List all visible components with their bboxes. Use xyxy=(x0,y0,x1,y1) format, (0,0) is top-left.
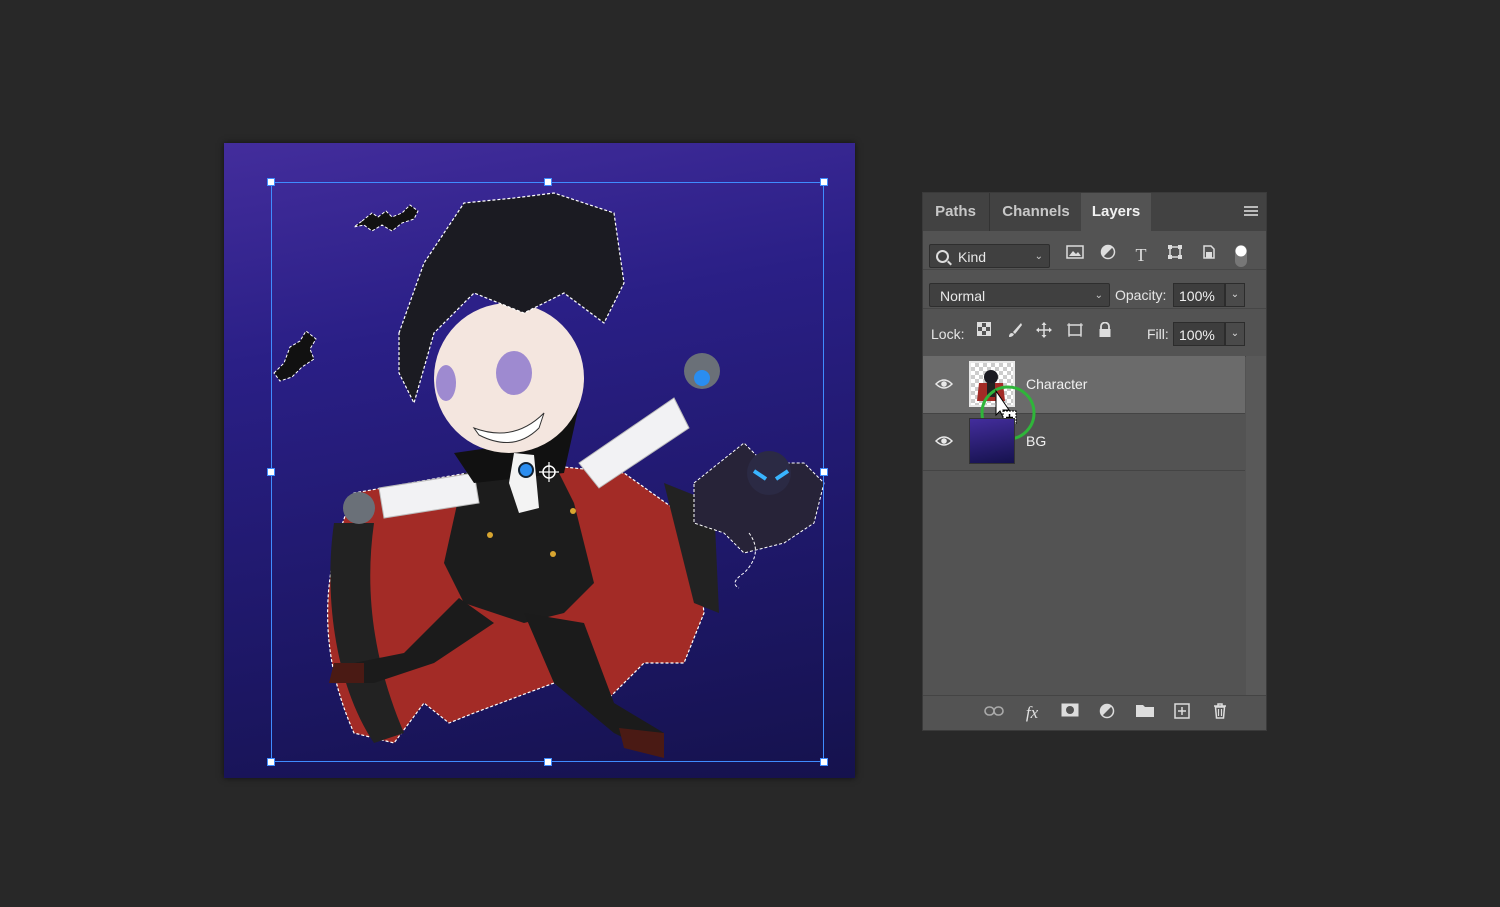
panel-tabs: Paths Channels Layers xyxy=(923,193,1266,231)
lock-transparent-pixels-icon[interactable] xyxy=(974,322,994,342)
layer-thumbnail-bg xyxy=(969,418,1015,464)
opacity-chevron-icon[interactable]: ⌄ xyxy=(1225,283,1245,307)
layer-name-bg: BG xyxy=(1026,433,1047,449)
filter-kind-label: Kind xyxy=(958,249,987,265)
lock-label: Lock: xyxy=(931,326,965,342)
transform-handle-top-right[interactable] xyxy=(820,178,828,186)
transform-handle-top-left[interactable] xyxy=(267,178,275,186)
opacity-input[interactable]: 100% xyxy=(1173,283,1225,307)
fill-label: Fill: xyxy=(1147,326,1169,342)
layers-panel: Paths Channels Layers Kind ⌄ T Normal ⌄ … xyxy=(922,192,1267,731)
fill-input[interactable]: 100% xyxy=(1173,322,1225,346)
panel-bottom-bar: fx xyxy=(923,695,1266,730)
transform-handle-bottom-center[interactable] xyxy=(544,758,552,766)
panel-menu-icon[interactable] xyxy=(1244,206,1258,218)
filter-row: Kind ⌄ T xyxy=(923,231,1266,270)
lock-all-icon[interactable] xyxy=(1095,321,1115,342)
transform-handle-middle-right[interactable] xyxy=(820,468,828,476)
image-filter-icon[interactable] xyxy=(1064,244,1086,266)
adjustment-filter-icon[interactable] xyxy=(1097,244,1119,266)
link-layers-icon[interactable] xyxy=(983,703,1005,723)
tab-paths[interactable]: Paths xyxy=(923,193,988,231)
transform-handle-middle-left[interactable] xyxy=(267,468,275,476)
blend-row: Normal ⌄ Opacity: 100% ⌄ xyxy=(923,270,1266,309)
eye-icon[interactable] xyxy=(934,377,954,391)
eye-icon[interactable] xyxy=(934,434,954,448)
lock-artboard-icon[interactable] xyxy=(1065,322,1085,342)
fx-icon[interactable]: fx xyxy=(1021,703,1043,723)
fill-chevron-icon[interactable]: ⌄ xyxy=(1225,322,1245,346)
chevron-down-icon: ⌄ xyxy=(1034,251,1043,262)
artwork xyxy=(273,192,825,758)
lock-row: Lock: Fill: 100% ⌄ xyxy=(923,309,1266,357)
filter-toggle-icon[interactable] xyxy=(1230,244,1252,267)
layer-row-character[interactable]: Character xyxy=(923,356,1245,441)
blend-mode-value: Normal xyxy=(940,288,986,304)
transform-handle-top-center[interactable] xyxy=(544,178,552,186)
tab-layers[interactable]: Layers xyxy=(1081,193,1151,231)
layer-list-scrollbar[interactable] xyxy=(1246,356,1266,696)
add-mask-icon[interactable] xyxy=(1059,703,1081,723)
layer-list: Character BG xyxy=(923,356,1245,696)
bat-1 xyxy=(353,204,419,232)
search-icon xyxy=(936,250,949,263)
bat-2 xyxy=(273,330,317,382)
new-group-icon[interactable] xyxy=(1134,703,1156,723)
lock-position-icon[interactable] xyxy=(1034,322,1054,342)
type-filter-icon[interactable]: T xyxy=(1130,244,1152,266)
chevron-down-icon: ⌄ xyxy=(1094,290,1103,301)
smart-object-filter-icon[interactable] xyxy=(1198,244,1220,266)
transform-handle-bottom-right[interactable] xyxy=(820,758,828,766)
shape-filter-icon[interactable] xyxy=(1164,244,1186,266)
tab-channels[interactable]: Channels xyxy=(989,193,1083,231)
layer-row-bg[interactable]: BG xyxy=(923,413,1245,471)
blend-mode-dropdown[interactable]: Normal ⌄ xyxy=(929,283,1110,307)
lock-image-pixels-icon[interactable] xyxy=(1005,322,1025,342)
opacity-label: Opacity: xyxy=(1115,287,1167,303)
fx-label: fx xyxy=(1025,703,1039,722)
document-canvas[interactable] xyxy=(224,143,855,778)
adjustment-layer-icon[interactable] xyxy=(1096,703,1118,723)
delete-layer-icon[interactable] xyxy=(1209,703,1231,723)
transform-handle-bottom-left[interactable] xyxy=(267,758,275,766)
filter-kind-dropdown[interactable]: Kind ⌄ xyxy=(929,244,1050,268)
right-arm xyxy=(578,397,690,489)
new-layer-icon[interactable] xyxy=(1171,703,1193,723)
